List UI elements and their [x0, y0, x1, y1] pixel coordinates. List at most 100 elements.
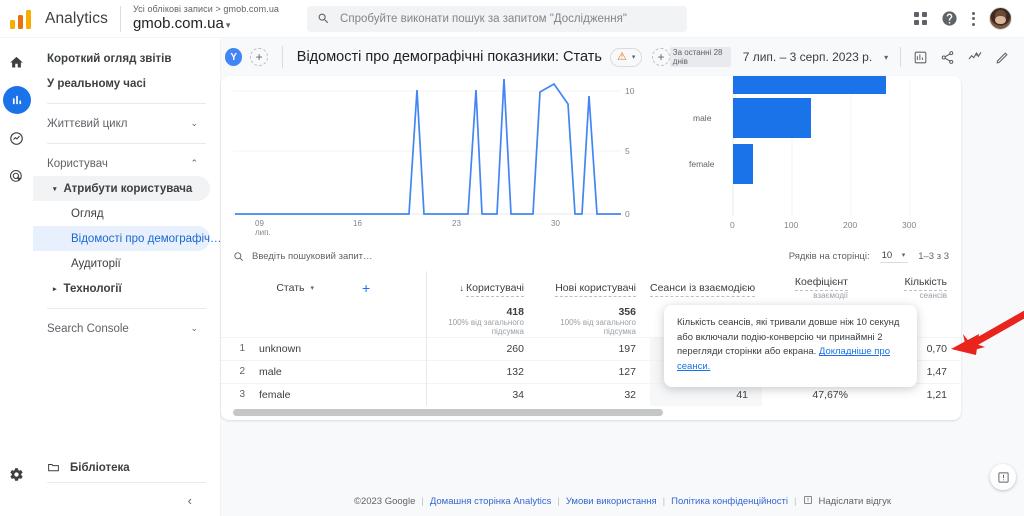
edit-icon[interactable] — [995, 50, 1010, 65]
sidebar-item-audiences[interactable]: Аудиторії — [33, 251, 210, 276]
help-icon[interactable] — [941, 10, 958, 27]
totals-value: 356 — [618, 305, 636, 318]
sidebar-item-label: Search Console — [47, 322, 129, 335]
sidebar-item-label: Бібліотека — [70, 461, 130, 474]
page-header: Y + Відомості про демографічні показники… — [221, 38, 1024, 76]
share-icon[interactable] — [940, 50, 955, 65]
divider: | — [662, 495, 666, 507]
table-search[interactable]: Введіть пошуковий запит… — [233, 251, 373, 262]
sidebar-item-user-attributes[interactable]: ▾ Атрибути користувача — [33, 176, 210, 201]
sidebar-item-search-console[interactable]: Search Console ⌄ — [33, 316, 210, 341]
column-header-users[interactable]: ↓ Користувачі — [426, 271, 538, 305]
chevron-down-icon: ⌄ — [190, 118, 198, 128]
sidebar-item-label: Атрибути користувача — [63, 182, 193, 195]
add-comparison-chip[interactable]: + — [250, 48, 268, 66]
rows-per-page-label: Рядків на сторінці: — [788, 250, 870, 262]
row-dimension-cell: 1 unknown — [221, 336, 427, 360]
add-dimension-button[interactable]: + — [362, 280, 370, 296]
column-header-dimension[interactable]: Стать ▾ + — [221, 271, 427, 305]
date-range-text[interactable]: 7 лип. – 3 серп. 2023 р. — [743, 50, 872, 64]
totals-sub: 100% від загального підсумка — [560, 317, 636, 336]
row-index: 3 — [239, 389, 245, 401]
table-header-row: Стать ▾ + ↓ Користувачі Нові користувачі … — [221, 271, 961, 305]
sidebar-item-user[interactable]: Користувач ⌃ — [33, 151, 210, 176]
more-options-icon[interactable] — [972, 11, 975, 26]
column-header-new-users[interactable]: Нові користувачі — [538, 271, 650, 305]
rail-item-home[interactable] — [3, 48, 31, 76]
account-name-text: gmob.com.ua — [132, 15, 224, 33]
svg-text:300: 300 — [902, 220, 916, 230]
warning-triangle-icon: ⚠ — [616, 50, 627, 63]
top-bar-actions — [914, 7, 1024, 30]
sidebar-item-tech[interactable]: ▸ Технології — [33, 276, 210, 301]
apps-grid-icon[interactable] — [914, 12, 927, 25]
account-name: gmob.com.ua ▾ — [133, 16, 279, 32]
sidebar-item-realtime[interactable]: У реальному часі — [33, 71, 210, 96]
feedback-button[interactable] — [990, 464, 1016, 490]
footer-feedback-label[interactable]: Надіслати відгук — [819, 496, 892, 507]
svg-text:5: 5 — [625, 146, 630, 156]
rail-item-reports[interactable] — [2, 86, 31, 114]
column-sublabel: сеансів — [919, 291, 947, 300]
folder-icon — [48, 464, 59, 472]
rail-item-explore[interactable] — [3, 124, 31, 152]
sidebar-item-label: Життєвий цикл — [47, 117, 128, 130]
sidebar-item-overview[interactable]: Огляд — [33, 201, 210, 226]
chevron-down-icon[interactable]: ▾ — [884, 53, 888, 62]
icon-rail — [0, 38, 33, 516]
svg-text:200: 200 — [843, 220, 857, 230]
scrollbar-thumb[interactable] — [233, 409, 663, 416]
column-header-session-count[interactable]: Кількість сеансів — [862, 271, 961, 305]
chevron-down-icon: ⌄ — [190, 323, 198, 333]
row-users: 260 — [426, 336, 538, 360]
svg-text:16: 16 — [353, 219, 362, 228]
rail-item-admin[interactable] — [3, 460, 31, 488]
insights-icon[interactable] — [913, 50, 928, 65]
global-search[interactable] — [307, 5, 688, 32]
footer-copyright: ©2023 Google — [353, 495, 416, 507]
account-breadcrumb: Усі облікові записи > gmob.com.ua — [132, 3, 280, 14]
add-segment-button[interactable]: + — [652, 48, 670, 66]
column-sublabel: взаємодії — [813, 291, 848, 300]
users-by-gender-bar-chart: male female 0 100 200 300 — [651, 62, 961, 241]
rail-item-advertising[interactable] — [3, 162, 31, 190]
table-horizontal-scrollbar[interactable] — [221, 406, 961, 420]
divider — [47, 103, 206, 104]
search-input[interactable] — [340, 12, 678, 25]
home-icon — [10, 56, 23, 67]
caret-down-icon: ▾ — [53, 185, 57, 193]
account-selector[interactable]: Усі облікові записи > gmob.com.ua gmob.c… — [132, 3, 280, 32]
bar-chart-icon — [12, 95, 21, 105]
data-warning-badge[interactable]: ⚠ ▾ — [609, 47, 643, 67]
row-new-users: 197 — [538, 336, 650, 360]
collapse-sidebar-button[interactable]: ‹ — [188, 493, 192, 508]
footer-link-terms[interactable]: Умови використання — [566, 496, 657, 507]
footer-link-privacy[interactable]: Політика конфіденційності — [671, 496, 788, 507]
totals-new-users-cell: 356 100% від загального підсумка — [538, 305, 650, 337]
column-header-engagement-rate[interactable]: Коефіцієнт взаємодії — [762, 271, 862, 305]
sidebar-item-reports-snapshot[interactable]: Короткий огляд звітів — [33, 46, 210, 71]
avatar[interactable] — [989, 7, 1012, 30]
sidebar-item-label: Користувач — [47, 157, 108, 170]
footer-link-home[interactable]: Домашня сторінка Analytics — [430, 496, 552, 507]
row-dimension-label: male — [259, 365, 282, 378]
chevron-down-icon[interactable]: ▾ — [310, 284, 314, 292]
chevron-down-icon: ▾ — [901, 251, 906, 259]
feedback-icon — [997, 471, 1009, 483]
svg-text:0: 0 — [730, 220, 735, 230]
comparison-chip-y[interactable]: Y — [225, 48, 243, 66]
compare-icon[interactable] — [967, 49, 983, 65]
dimension-label: Стать — [276, 282, 305, 294]
rows-per-page-select[interactable]: 10 ▾ — [879, 250, 909, 263]
sidebar-item-lifecycle[interactable]: Життєвий цикл ⌄ — [33, 111, 210, 136]
sidebar-item-library[interactable]: Бібліотека — [33, 461, 220, 474]
divider — [47, 308, 206, 309]
column-header-engaged-sessions[interactable]: Сеанси із взаємодією — [650, 271, 762, 305]
top-bar: Analytics Усі облікові записи > gmob.com… — [0, 0, 1024, 38]
svg-text:23: 23 — [452, 219, 461, 228]
sidebar-item-label: Технології — [63, 282, 122, 295]
svg-text:10: 10 — [625, 86, 635, 96]
sidebar-item-demographics[interactable]: Відомості про демографіч… — [33, 226, 222, 251]
divider: | — [557, 495, 560, 507]
search-icon — [234, 251, 243, 261]
